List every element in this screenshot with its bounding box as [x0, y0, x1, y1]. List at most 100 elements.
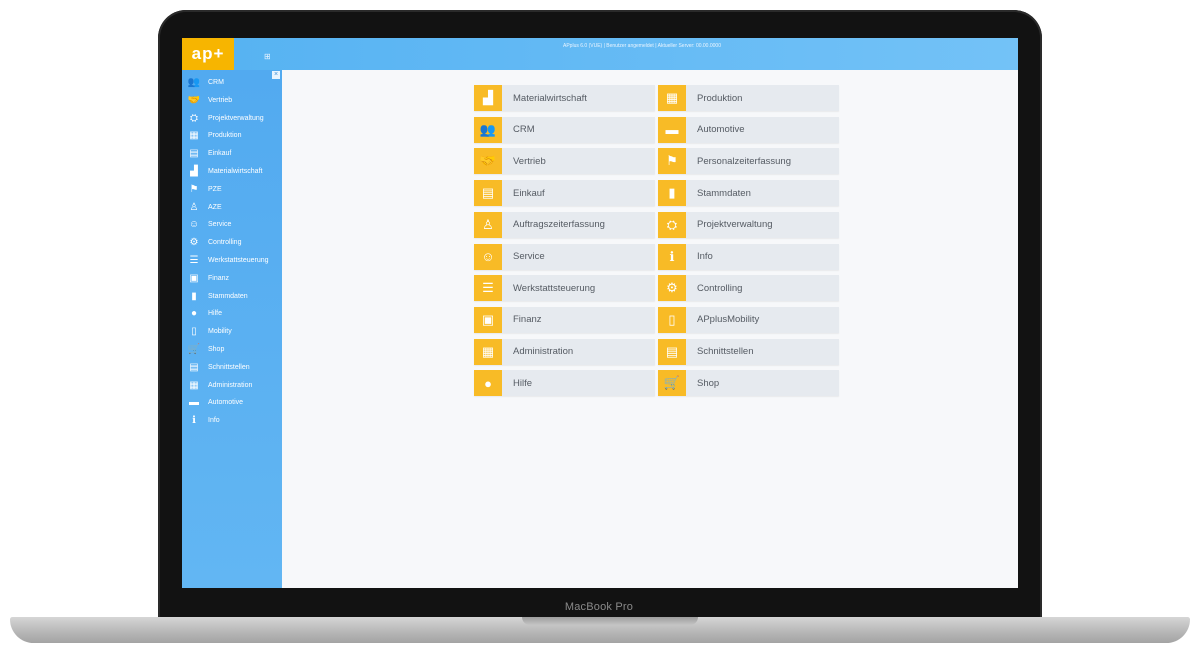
factory-icon: ▦ — [658, 85, 686, 111]
sidebar-item-pze[interactable]: ⚑ PZE — [182, 181, 282, 198]
tile-label: Service — [513, 251, 545, 262]
sidebar-item-label: AZE — [208, 203, 222, 211]
tile-personalzeiterfassung[interactable]: ⚑ Personalzeiterfassung — [658, 148, 839, 175]
sidebar-item-label: PZE — [208, 185, 222, 193]
project-icon: ⛭ — [190, 112, 198, 124]
lightbulb-icon: ● — [190, 308, 198, 320]
sidebar-item-label: Stammdaten — [208, 292, 248, 300]
tile-schnittstellen[interactable]: ▤ Schnittstellen — [658, 338, 839, 365]
sidebar-item-mobility[interactable]: ▯ Mobility — [182, 323, 282, 340]
handshake-icon: 🤝 — [474, 148, 502, 175]
tile-label: Personalzeiterfassung — [697, 155, 791, 167]
tile-applusmobility[interactable]: ▯ APplusMobility — [658, 306, 839, 333]
sidebar-item-label: Hilfe — [208, 310, 223, 318]
tile-label: Materialwirtschaft — [513, 92, 587, 104]
sidebar-item-projektverwaltung[interactable]: ⛭ Projektverwaltung — [182, 110, 282, 127]
tile-auftragszeiterfassung[interactable]: ♙ Auftragszeiterfassung — [474, 211, 655, 238]
sidebar-item-controlling[interactable]: ⚙ Controlling — [182, 234, 282, 251]
tile-crm[interactable]: 👥 CRM — [474, 116, 655, 143]
sidebar-item-crm[interactable]: 👥 CRM — [182, 74, 282, 91]
sidebar-item-aze[interactable]: ♙ AZE — [182, 199, 282, 216]
tile-label: Produktion — [697, 92, 743, 104]
car-icon: ▬ — [189, 397, 199, 409]
mobile-icon: ▯ — [191, 326, 197, 338]
sidebar-item-vertrieb[interactable]: 🤝 Vertrieb — [182, 92, 282, 109]
tile-einkauf[interactable]: ▤ Einkauf — [474, 180, 655, 207]
lightbulb-icon: ● — [474, 370, 502, 397]
finance-icon: ▣ — [474, 306, 502, 333]
tile-label: Auftragszeiterfassung — [513, 219, 605, 231]
sidebar-item-label: Mobility — [208, 328, 232, 336]
tile-hilfe[interactable]: ● Hilfe — [474, 370, 655, 397]
tile-produktion[interactable]: ▦ Produktion — [658, 85, 839, 111]
sidebar-item-administration[interactable]: ▦ Administration — [182, 377, 282, 394]
sidebar-item-materialwirtschaft[interactable]: ▟ Materialwirtschaft — [182, 163, 282, 180]
sidebar-item-label: Schnittstellen — [208, 363, 250, 371]
tile-automotive[interactable]: ▬ Automotive — [658, 116, 839, 143]
sidebar-item-label: Administration — [208, 381, 253, 389]
tile-finanz[interactable]: ▣ Finanz — [474, 306, 655, 333]
tile-projektverwaltung[interactable]: ⛭ Projektverwaltung — [658, 211, 839, 238]
sidebar-item-label: Materialwirtschaft — [208, 168, 263, 175]
sidebar-item-finanz[interactable]: ▣ Finanz — [182, 270, 282, 287]
logo-text: ap+ — [191, 44, 225, 63]
tile-controlling[interactable]: ⚙ Controlling — [658, 275, 839, 302]
sidebar-item-schnittstellen[interactable]: ▤ Schnittstellen — [182, 359, 282, 376]
project-icon: ⛭ — [658, 211, 686, 238]
sidebar-item-label: Info — [208, 417, 220, 425]
crm-icon: 👥 — [474, 116, 502, 143]
sidebar-item-service[interactable]: ☺ Service — [182, 216, 282, 233]
interface-icon: ▤ — [658, 338, 686, 365]
sidebar-item-label: CRM — [208, 79, 224, 86]
sidebar-item-label: Produktion — [208, 132, 242, 140]
tile-shop[interactable]: 🛒 Shop — [658, 370, 839, 397]
tile-werkstattsteuerung[interactable]: ☰ Werkstattsteuerung — [474, 275, 655, 302]
controlling-icon: ⚙ — [189, 237, 199, 249]
app-logo[interactable]: ap+ — [182, 38, 234, 70]
info-icon: ℹ — [658, 243, 686, 270]
laptop-notch — [522, 617, 698, 625]
status-text: APplus 6.0 (VUE) | Benutzer angemeldet |… — [563, 43, 721, 49]
workshop-icon: ☰ — [189, 255, 199, 266]
sidebar-item-automotive[interactable]: ▬ Automotive — [182, 394, 282, 411]
tile-administration[interactable]: ▦ Administration — [474, 338, 655, 365]
top-bar: ap+ ⊞ APplus 6.0 (VUE) | Benutzer angeme… — [182, 38, 1018, 70]
sidebar-item-label: Projektverwaltung — [208, 114, 264, 122]
tile-label: Automotive — [697, 124, 745, 136]
tile-vertrieb[interactable]: 🤝 Vertrieb — [474, 148, 655, 175]
car-icon: ▬ — [658, 116, 686, 143]
sidebar-item-hilfe[interactable]: ● Hilfe — [182, 305, 282, 322]
sidebar-item-label: Shop — [208, 346, 225, 353]
tile-label: Info — [697, 251, 713, 262]
tile-label: Projektverwaltung — [697, 219, 773, 231]
sidebar-item-produktion[interactable]: ▦ Produktion — [182, 127, 282, 144]
shop-cart-icon: 🛒 — [187, 344, 201, 355]
menu-icon[interactable]: ⊞ — [264, 52, 271, 61]
tile-stammdaten[interactable]: ▮ Stammdaten — [658, 180, 839, 207]
tile-label: Finanz — [513, 314, 542, 326]
sidebar-item-label: Controlling — [208, 239, 242, 247]
sidebar-item-stammdaten[interactable]: ▮ Stammdaten — [182, 288, 282, 305]
sidebar: × 👥 CRM 🤝 Vertrieb ⛭ Projektverwaltung ▦ Produk… — [182, 70, 282, 588]
material-icon: ▟ — [190, 166, 198, 177]
crm-icon: 👥 — [187, 77, 201, 88]
tile-info[interactable]: ℹ Info — [658, 243, 839, 270]
tile-service[interactable]: ☺ Service — [474, 243, 655, 270]
workshop-icon: ☰ — [474, 275, 502, 302]
sidebar-item-werkstattsteuerung[interactable]: ☰ Werkstattsteuerung — [182, 252, 282, 269]
sidebar-item-label: Service — [208, 221, 232, 229]
mobile-icon: ▯ — [658, 306, 686, 333]
sidebar-item-einkauf[interactable]: ▤ Einkauf — [182, 145, 282, 162]
service-icon: ☺ — [188, 219, 200, 231]
person-time-icon: ♙ — [474, 211, 502, 238]
sidebar-item-shop[interactable]: 🛒 Shop — [182, 341, 282, 358]
laptop-brand-label: MacBook Pro — [564, 601, 634, 613]
time-icon: ⚑ — [658, 148, 686, 175]
tile-label: Vertrieb — [513, 155, 546, 167]
tile-materialwirtschaft[interactable]: ▟ Materialwirtschaft — [474, 85, 655, 111]
sidebar-item-label: Automotive — [208, 399, 244, 407]
sidebar-item-info[interactable]: ℹ Info — [182, 412, 282, 429]
tile-label: Hilfe — [513, 377, 533, 389]
person-time-icon: ♙ — [189, 201, 199, 213]
sidebar-item-label: Einkauf — [208, 150, 232, 158]
